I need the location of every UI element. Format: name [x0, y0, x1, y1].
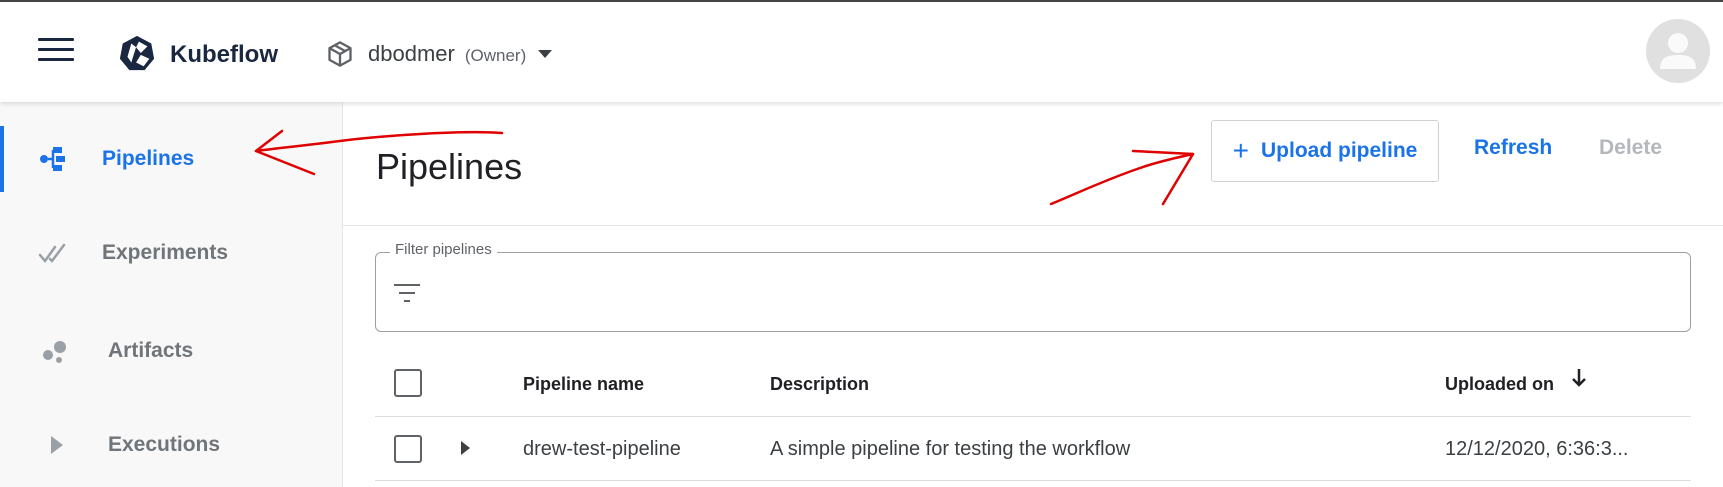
filter-label: Filter pipelines: [390, 241, 497, 258]
select-all-checkbox[interactable]: [394, 369, 422, 397]
column-header-uploaded-on[interactable]: Uploaded on: [1445, 374, 1554, 395]
namespace-role: (Owner): [464, 46, 527, 65]
pipelines-icon: [40, 147, 65, 171]
experiments-icon: [38, 243, 66, 264]
filter-pipelines-input[interactable]: Filter pipelines: [375, 241, 1691, 332]
arrow-down-icon[interactable]: [1569, 366, 1589, 390]
plus-icon: +: [1232, 135, 1249, 166]
column-header-pipeline-name[interactable]: Pipeline name: [523, 374, 644, 395]
page-title: Pipelines: [376, 146, 523, 187]
kubeflow-logo-icon: [119, 35, 155, 71]
sidebar-item-artifacts[interactable]: Artifacts: [0, 316, 342, 386]
pipeline-name-cell[interactable]: drew-test-pipeline: [523, 438, 681, 461]
row-checkbox[interactable]: [394, 435, 422, 463]
caret-down-icon: [538, 50, 553, 58]
table-row[interactable]: drew-test-pipeline A simple pipeline for…: [375, 417, 1691, 481]
play-icon: [51, 436, 63, 454]
namespace-name: dbodmer: [368, 41, 455, 66]
hamburger-menu-icon[interactable]: [38, 38, 74, 66]
sidebar-item-label: Pipelines: [102, 147, 195, 170]
person-icon: [1660, 33, 1696, 69]
sidebar-item-label: Experiments: [102, 241, 229, 264]
sidebar-item-experiments[interactable]: Experiments: [0, 218, 342, 288]
top-app-bar: Kubeflow dbodmer (Owner): [0, 0, 1723, 102]
app-logo-text[interactable]: Kubeflow: [170, 41, 278, 69]
sidebar-item-executions[interactable]: Executions: [0, 410, 342, 480]
upload-pipeline-button[interactable]: + Upload pipeline: [1211, 120, 1439, 182]
uploaded-on-cell: 12/12/2020, 6:36:3...: [1445, 438, 1629, 460]
package-box-icon: [328, 41, 352, 67]
sidebar-item-label: Artifacts: [108, 339, 194, 362]
page-toolbar: Pipelines + Upload pipeline Refresh Dele…: [343, 102, 1723, 226]
sidebar-item-pipelines[interactable]: Pipelines: [0, 124, 342, 194]
delete-button[interactable]: Delete: [1599, 136, 1662, 160]
artifacts-icon: [43, 341, 66, 363]
upload-pipeline-label: Upload pipeline: [1261, 139, 1418, 162]
table-header-row: Pipeline name Description Uploaded on: [375, 352, 1691, 417]
refresh-button[interactable]: Refresh: [1474, 136, 1552, 160]
sidebar-item-label: Executions: [108, 433, 221, 456]
sidebar-nav: Pipelines Experiments Artifacts Executio…: [0, 102, 343, 487]
description-cell: A simple pipeline for testing the workfl…: [770, 438, 1131, 460]
user-avatar[interactable]: [1646, 19, 1710, 83]
namespace-selector[interactable]: dbodmer (Owner): [326, 36, 553, 72]
column-header-description[interactable]: Description: [770, 374, 869, 395]
filter-list-icon: [394, 284, 420, 302]
expand-row-caret-icon[interactable]: [461, 441, 470, 455]
